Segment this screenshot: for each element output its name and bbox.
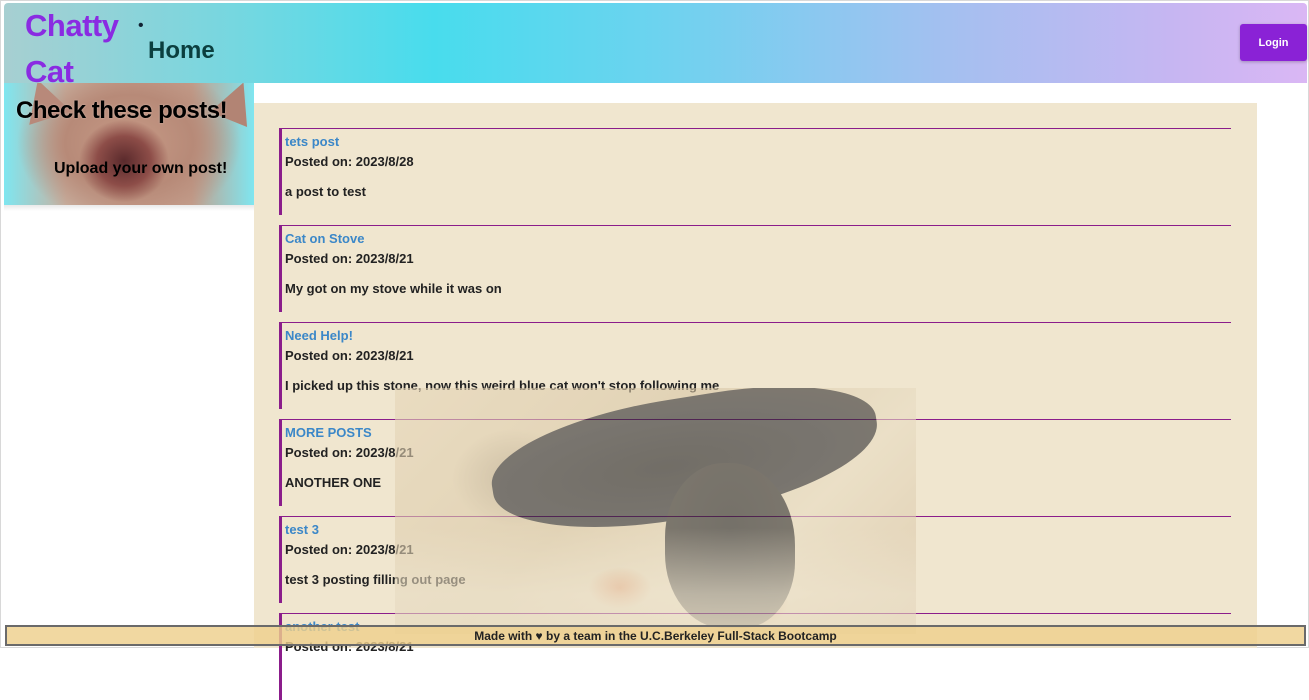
post-date: Posted on: 2023/8/21 [285,348,414,363]
sidebar-banner: Check these posts! Upload your own post! [4,83,254,205]
site-header: Chatty Cat • Home Login [4,3,1307,89]
post-date: Posted on: 2023/8/28 [285,154,414,169]
nav-bullet-icon: • [138,17,144,34]
post-title-link[interactable]: test 3 [285,522,319,537]
post-title-link[interactable]: MORE POSTS [285,425,372,440]
post-body: ANOTHER ONE [285,475,382,490]
post-date: Posted on: 2023/8/21 [285,251,414,266]
post-card: Cat on Stove Posted on: 2023/8/21 My got… [279,225,1231,312]
cat-photo-image [395,388,916,634]
nav-home-link[interactable]: Home [148,37,215,65]
upload-post-link[interactable]: Upload your own post! [54,160,227,178]
post-title-link[interactable]: tets post [285,134,339,149]
sidebar-title: Check these posts! [16,97,228,124]
brand-logo[interactable]: Chatty Cat [25,3,135,95]
site-footer: Made with ♥ by a team in the U.C.Berkele… [5,625,1306,646]
post-card: tets post Posted on: 2023/8/28 a post to… [279,128,1231,215]
post-title-link[interactable]: Need Help! [285,328,353,343]
blanket-shape [395,528,916,634]
post-body: a post to test [285,184,366,199]
brand-line-1: Chatty [25,8,119,43]
sidebar-shadow [4,205,254,211]
login-button[interactable]: Login [1240,24,1307,61]
post-title-link[interactable]: Cat on Stove [285,231,364,246]
post-body: My got on my stove while it was on [285,281,502,296]
